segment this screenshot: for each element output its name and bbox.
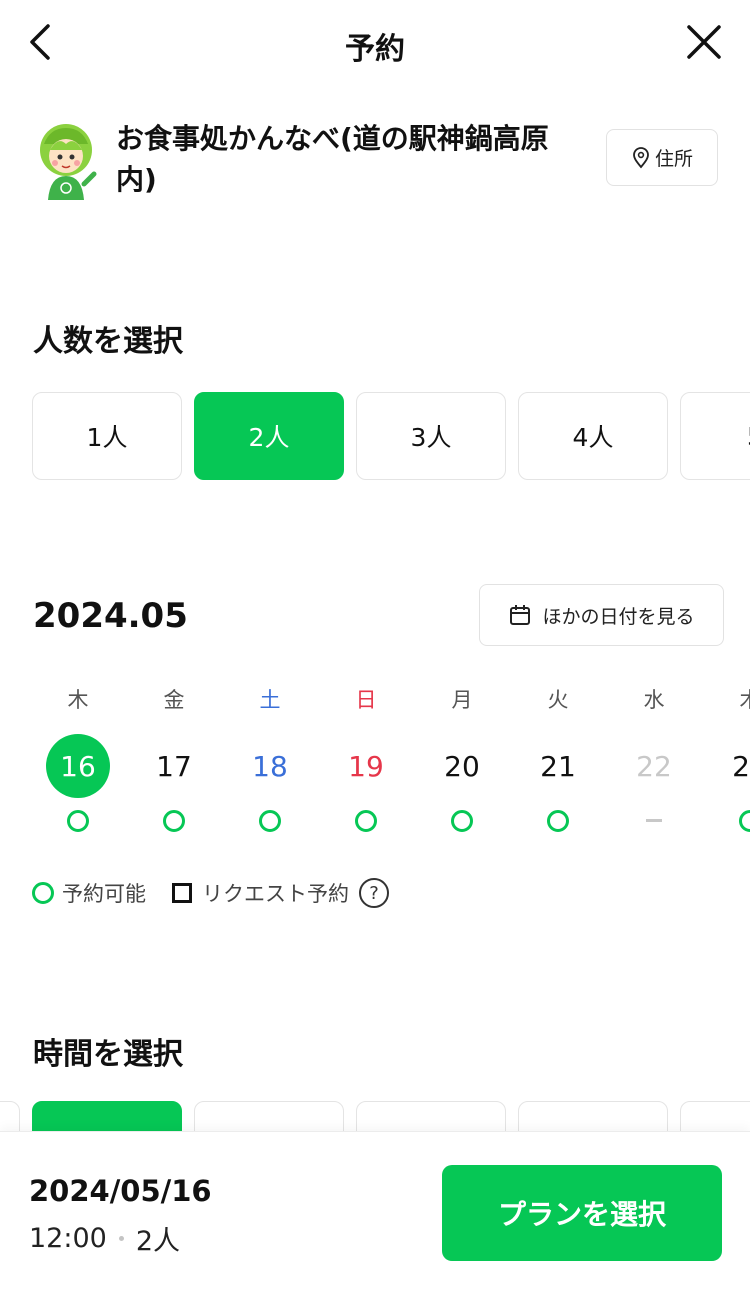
available-circle-icon — [547, 810, 569, 832]
weekday-label: 火 — [547, 688, 569, 712]
store-name: お食事処かんなべ(道の駅神鍋高原内) — [116, 122, 549, 196]
available-circle-icon — [355, 810, 377, 832]
available-circle-icon — [451, 810, 473, 832]
available-circle-icon — [259, 810, 281, 832]
calendar-day[interactable]: 日 19 — [318, 682, 414, 842]
day-number: 23 — [732, 749, 750, 783]
date-strip: 木 16 金 17 土 18 日 19 月 20 火 21 水 22 木 23 — [30, 682, 750, 842]
legend-request-label: リクエスト予約 — [202, 882, 349, 906]
address-button[interactable]: 住所 — [606, 129, 718, 186]
party-option[interactable]: 3人 — [356, 392, 506, 480]
unavailable-dash-icon — [646, 819, 662, 822]
summary-time: 12:00 — [29, 1223, 107, 1254]
weekday-label: 木 — [702, 684, 750, 714]
close-icon[interactable] — [684, 22, 724, 62]
party-option[interactable]: 5 — [680, 392, 750, 480]
available-circle-icon — [67, 810, 89, 832]
day-number: 17 — [156, 749, 192, 783]
weekday-label: 木 — [67, 688, 89, 712]
calendar-day[interactable]: 土 18 — [222, 682, 318, 842]
select-plan-button[interactable]: プランを選択 — [442, 1165, 722, 1261]
available-circle-icon — [32, 882, 54, 904]
day-number: 21 — [540, 749, 576, 783]
calendar-day[interactable]: 月 20 — [414, 682, 510, 842]
weekday-label: 月 — [451, 688, 473, 712]
calendar-day[interactable]: 木 16 — [30, 682, 126, 842]
calendar-icon — [510, 605, 531, 625]
summary-party: 2人 — [135, 1226, 180, 1257]
weekday-label: 土 — [259, 688, 281, 712]
help-icon[interactable]: ? — [359, 878, 389, 908]
legend-available-label: 予約可能 — [62, 882, 146, 906]
day-number: 20 — [444, 749, 480, 783]
party-section-title: 人数を選択 — [33, 324, 183, 359]
availability-legend: 予約可能 リクエスト予約 ? — [32, 876, 389, 910]
other-dates-label: ほかの日付を見る — [542, 605, 695, 628]
weekday-label: 日 — [355, 688, 377, 712]
party-size-selector: 1人2人3人4人5 — [32, 392, 750, 480]
weekday-label: 水 — [643, 688, 665, 712]
booking-summary-bar: 2024/05/16 12:00 2人 プランを選択 — [0, 1131, 750, 1292]
calendar-day[interactable]: 金 17 — [126, 682, 222, 842]
page-title: 予約 — [345, 32, 405, 67]
weekday-label: 金 — [163, 688, 185, 712]
time-section-title: 時間を選択 — [33, 1037, 183, 1072]
header: 予約 — [0, 0, 750, 88]
party-option[interactable]: 1人 — [32, 392, 182, 480]
summary-date: 2024/05/16 — [29, 1174, 212, 1208]
calendar-month: 2024.05 — [33, 596, 188, 636]
day-number: 22 — [636, 749, 672, 783]
address-label: 住所 — [654, 148, 693, 170]
request-square-icon — [172, 883, 192, 903]
calendar-day[interactable]: 木 23 — [702, 682, 750, 842]
store-info: お食事処かんなべ(道の駅神鍋高原内) 住所 — [30, 118, 720, 208]
summary-details: 12:00 2人 — [29, 1219, 180, 1258]
other-dates-button[interactable]: ほかの日付を見る — [479, 584, 724, 646]
party-option[interactable]: 2人 — [194, 392, 344, 480]
location-pin-icon — [633, 146, 649, 168]
day-number: 16 — [46, 734, 110, 798]
store-mascot-avatar — [40, 124, 97, 200]
available-circle-icon — [163, 810, 185, 832]
separator-dot — [118, 1236, 124, 1241]
party-option[interactable]: 4人 — [518, 392, 668, 480]
day-number: 18 — [252, 749, 288, 783]
day-number: 19 — [348, 749, 384, 783]
calendar-day[interactable]: 火 21 — [510, 682, 606, 842]
available-circle-icon — [739, 810, 750, 832]
calendar-day: 水 22 — [606, 682, 702, 842]
